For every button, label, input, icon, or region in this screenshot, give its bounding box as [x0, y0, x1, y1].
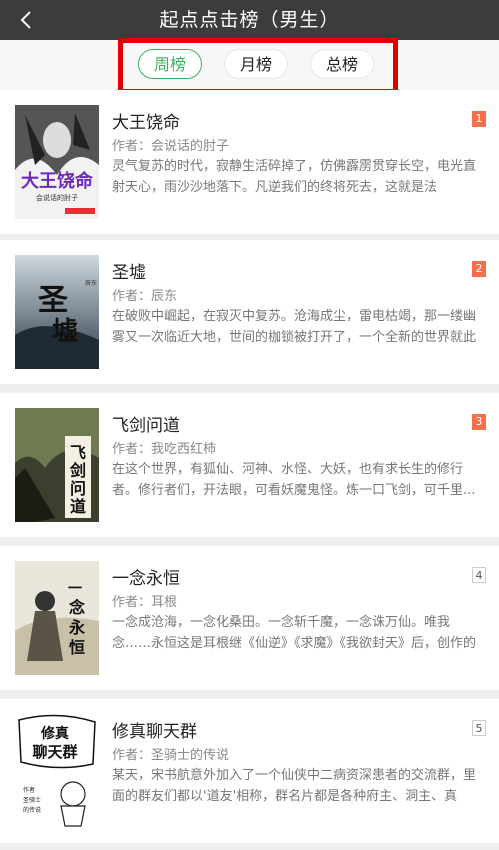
svg-text:大王饶命: 大王饶命: [21, 170, 94, 192]
svg-text:聊天群: 聊天群: [32, 743, 77, 761]
book-cover: 大王饶命 会说话的肘子: [15, 105, 99, 219]
book-cover: 圣 墟 辰东: [15, 255, 99, 369]
book-author: 作者：我吃西红柿: [112, 442, 217, 457]
rank-badge: 1: [472, 111, 486, 127]
book-title: 大王饶命: [112, 113, 180, 133]
highlight-annotation: [118, 38, 398, 94]
book-author: 作者：耳根: [112, 595, 178, 610]
svg-text:会说话的肘子: 会说话的肘子: [36, 193, 78, 202]
svg-text:修真: 修真: [40, 725, 69, 742]
svg-text:恒: 恒: [69, 638, 85, 657]
svg-text:辰东: 辰东: [85, 279, 97, 287]
rank-badge: 4: [472, 567, 486, 583]
svg-text:剑: 剑: [69, 461, 86, 480]
book-title: 飞剑问道: [112, 416, 180, 436]
rank-badge: 3: [472, 414, 486, 430]
book-item[interactable]: 一 念 永 恒 一念永恒 作者：耳根 一念成沧海，一念化桑田。一念斩千魔，一念诛…: [0, 546, 499, 690]
book-description: 在破败中崛起，在寂灭中复苏。沧海成尘，雷电枯竭，那一缕幽雾又一次临近大地，世间的…: [112, 309, 477, 345]
page-title: 起点点击榜（男生）: [159, 9, 340, 31]
svg-text:作者: 作者: [23, 786, 35, 794]
book-cover: 一 念 永 恒: [15, 561, 99, 675]
book-description: 某天，宋书航意外加入了一个仙侠中二病资深患者的交流群，里面的群友们都以'道友'相…: [112, 768, 477, 804]
svg-text:的传说: 的传说: [23, 806, 41, 814]
book-item[interactable]: 大王饶命 会说话的肘子 大王饶命 作者：会说话的肘子 灵气复苏的时代，寂静生活碎…: [0, 90, 499, 234]
svg-text:问: 问: [70, 479, 86, 498]
book-cover: 修真 聊天群 作者 圣骑士 的传说: [15, 714, 99, 828]
rank-badge: 2: [472, 261, 486, 277]
svg-text:墟: 墟: [52, 317, 78, 347]
svg-text:永: 永: [68, 618, 85, 637]
svg-text:道: 道: [70, 497, 86, 516]
book-description: 一念成沧海，一念化桑田。一念斩千魔，一念诛万仙。唯我念……永恒这是耳根继《仙逆》…: [112, 615, 477, 651]
svg-text:念: 念: [68, 598, 86, 617]
book-description: 灵气复苏的时代，寂静生活碎掉了，仿佛霹雳贯穿长空，电光直射天心，雨沙沙地落下。凡…: [112, 159, 477, 195]
svg-text:飞: 飞: [70, 443, 86, 462]
svg-text:圣骑士: 圣骑士: [23, 796, 41, 804]
book-title: 圣墟: [112, 263, 146, 283]
book-author: 作者：会说话的肘子: [112, 139, 230, 154]
rank-badge: 5: [472, 720, 486, 736]
book-title: 修真聊天群: [112, 722, 197, 742]
book-author: 作者：圣骑士的传说: [112, 748, 230, 763]
svg-text:一: 一: [68, 581, 82, 597]
book-item[interactable]: 圣 墟 辰东 圣墟 作者：辰东 在破败中崛起，在寂灭中复苏。沧海成尘，雷电枯竭，…: [0, 240, 499, 384]
book-author: 作者：辰东: [112, 289, 178, 304]
book-cover: 飞 剑 问 道: [15, 408, 99, 522]
svg-text:圣: 圣: [38, 283, 69, 318]
book-item[interactable]: 飞 剑 问 道 飞剑问道 作者：我吃西红柿 在这个世界，有狐仙、河神、水怪、大妖…: [0, 393, 499, 537]
book-item[interactable]: 修真 聊天群 作者 圣骑士 的传说 修真聊天群 作者：圣骑士的传说 某天，宋书航…: [0, 699, 499, 843]
book-title: 一念永恒: [112, 569, 180, 589]
top-bar: 起点点击榜（男生）: [0, 0, 499, 40]
book-description: 在这个世界，有狐仙、河神、水怪、大妖，也有求长生的修行者。修行者们，开法眼，可看…: [112, 462, 476, 498]
